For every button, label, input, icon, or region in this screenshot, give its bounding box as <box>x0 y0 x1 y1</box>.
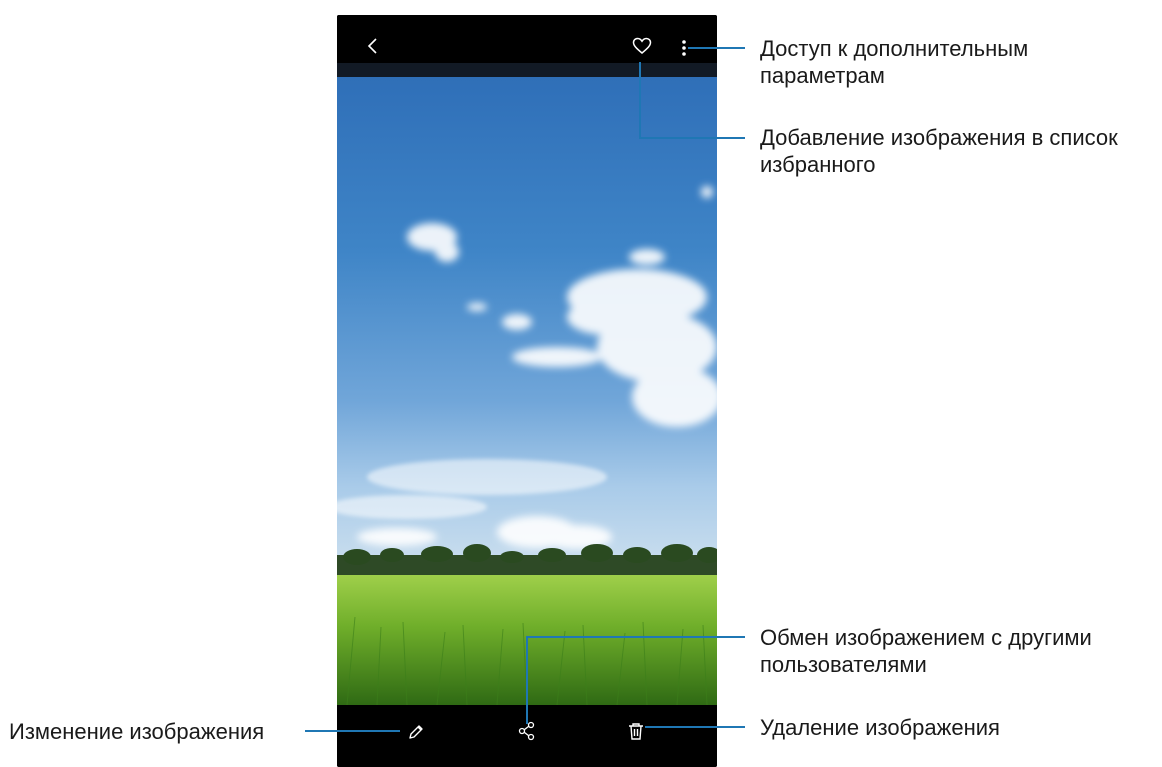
callout-more-options-line1: Доступ к дополнительным <box>760 36 1029 61</box>
callout-more-options: Доступ к дополнительным параметрам <box>760 35 1028 89</box>
callout-delete: Удаление изображения <box>760 715 1000 740</box>
callout-more-options-line2: параметрам <box>760 63 885 88</box>
callout-line-favorite <box>639 62 745 139</box>
callout-share-line2: пользователями <box>760 652 927 677</box>
callout-share: Обмен изображением с другими пользовател… <box>760 624 1092 678</box>
callout-line-share <box>526 636 745 724</box>
callout-favorite-line1: Добавление изображения в список <box>760 125 1118 150</box>
callout-share-line1: Обмен изображением с другими <box>760 625 1092 650</box>
callout-favorite-line2: избранного <box>760 152 876 177</box>
callout-favorite: Добавление изображения в список избранно… <box>760 124 1118 178</box>
callout-edit: Изменение изображения <box>9 719 265 744</box>
